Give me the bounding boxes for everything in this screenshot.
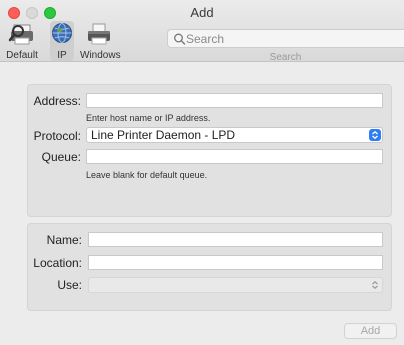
queue-input[interactable]	[87, 153, 382, 167]
use-select[interactable]	[88, 277, 383, 293]
search-input[interactable]	[186, 30, 396, 47]
search-icon	[174, 33, 186, 45]
chevron-updown-icon	[369, 279, 381, 291]
queue-hint: Leave blank for default queue.	[86, 170, 208, 180]
protocol-value: Line Printer Daemon - LPD	[91, 128, 236, 142]
add-printer-window: Add Default IP Windows Search Search Add…	[0, 0, 404, 345]
globe-icon	[52, 23, 72, 43]
location-label: Location:	[33, 256, 82, 270]
chevron-updown-icon	[369, 129, 381, 141]
toolbar-default-label: Default	[6, 50, 38, 61]
protocol-select[interactable]: Line Printer Daemon - LPD	[86, 127, 383, 143]
search-caption: Search	[269, 52, 302, 63]
use-label: Use:	[57, 278, 82, 292]
toolbar-windows-label: Windows	[80, 50, 121, 61]
add-button[interactable]: Add	[344, 323, 397, 339]
name-label: Name:	[46, 233, 82, 247]
printer-icon	[88, 23, 110, 45]
search-field[interactable]	[167, 29, 404, 48]
address-input[interactable]	[87, 97, 382, 111]
window-title: Add	[190, 5, 214, 20]
toolbar-default-button[interactable]: Default	[0, 21, 44, 63]
address-label: Address:	[33, 94, 81, 108]
address-field[interactable]	[86, 93, 383, 111]
name-field[interactable]	[88, 232, 383, 250]
queue-label: Queue:	[41, 150, 81, 164]
location-input[interactable]	[89, 259, 382, 273]
protocol-label: Protocol:	[33, 129, 81, 143]
toolbar-ip-button[interactable]: IP	[50, 21, 74, 61]
toolbar-windows-button[interactable]: Windows	[80, 21, 121, 63]
printer-info-panel: Name: Location: Use:	[27, 223, 392, 311]
connection-panel: Address: Enter host name or IP address. …	[27, 84, 392, 217]
address-hint: Enter host name or IP address.	[86, 113, 211, 123]
queue-field[interactable]	[86, 149, 383, 167]
printer-magnifier-icon	[8, 24, 33, 45]
title-bar: Add Default IP Windows Search Search	[0, 0, 404, 63]
location-field[interactable]	[88, 255, 383, 273]
name-input[interactable]	[89, 236, 382, 250]
toolbar-ip-label: IP	[57, 50, 67, 61]
